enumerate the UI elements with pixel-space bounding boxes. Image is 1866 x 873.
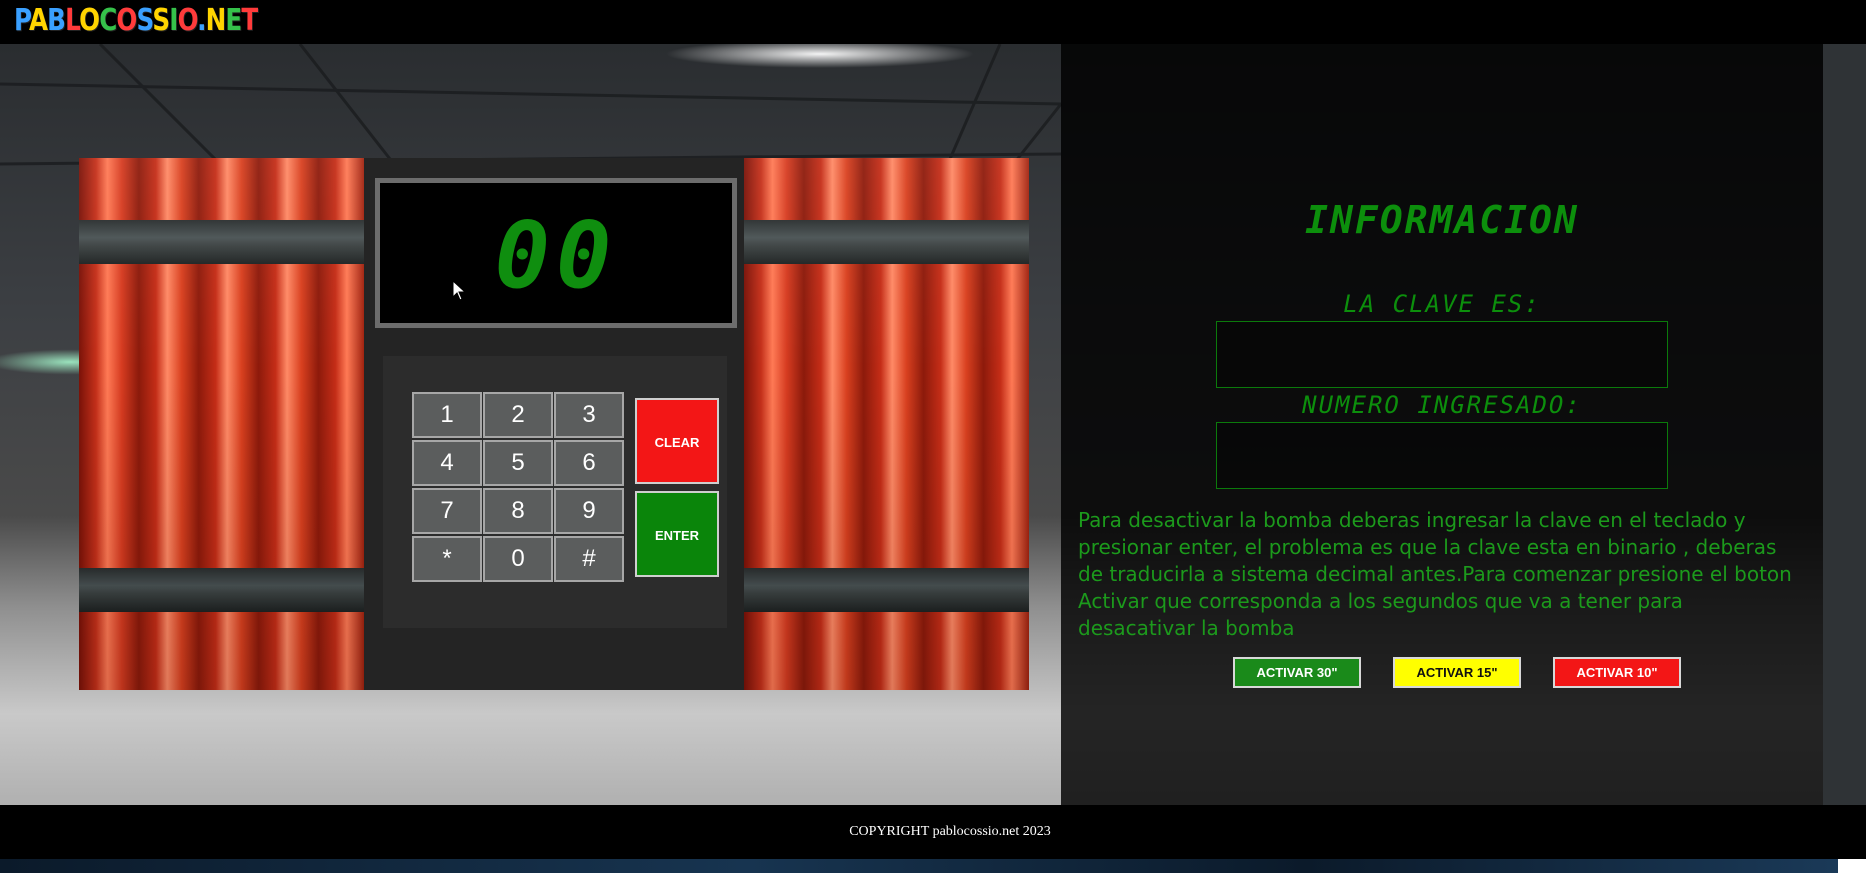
activar-15-button[interactable]: ACTIVAR 15"	[1393, 657, 1521, 688]
key-5[interactable]: 5	[483, 440, 553, 486]
timer-display: 00	[375, 178, 737, 328]
key-hash[interactable]: #	[554, 536, 624, 582]
info-title: INFORMACION	[1305, 198, 1579, 242]
key-star[interactable]: *	[412, 536, 482, 582]
instructions-text: Para desactivar la bomba deberas ingresa…	[1078, 508, 1792, 640]
clear-button[interactable]: CLEAR	[635, 398, 719, 484]
key-6[interactable]: 6	[554, 440, 624, 486]
bomb: 00 1 2 3 4 5 6 7 8 9 * 0 # CLEAR ENTER	[79, 158, 1029, 690]
bottom-corner	[1838, 859, 1866, 873]
bottom-strip	[0, 859, 1866, 873]
clave-label: LA CLAVE ES:	[1343, 290, 1541, 318]
key-3[interactable]: 3	[554, 392, 624, 438]
numero-ingresado-output	[1216, 422, 1668, 489]
key-4[interactable]: 4	[412, 440, 482, 486]
key-2[interactable]: 2	[483, 392, 553, 438]
activar-30-button[interactable]: ACTIVAR 30"	[1233, 657, 1361, 688]
top-bar: PABLOCOSSIO.NET	[0, 0, 1866, 44]
key-7[interactable]: 7	[412, 488, 482, 534]
key-1[interactable]: 1	[412, 392, 482, 438]
mouse-cursor-icon	[452, 280, 467, 301]
clave-output	[1216, 321, 1668, 388]
enter-button[interactable]: ENTER	[635, 491, 719, 577]
dynamite-left	[79, 158, 364, 690]
key-0[interactable]: 0	[483, 536, 553, 582]
numero-ingresado-label: NUMERO INGRESADO:	[1302, 391, 1582, 419]
key-9[interactable]: 9	[554, 488, 624, 534]
bomb-console: 00 1 2 3 4 5 6 7 8 9 * 0 # CLEAR ENTER	[364, 158, 744, 690]
dynamite-right	[744, 158, 1029, 690]
site-logo[interactable]: PABLOCOSSIO.NET	[14, 2, 258, 40]
activar-10-button[interactable]: ACTIVAR 10"	[1553, 657, 1681, 688]
timer-value: 00	[495, 202, 618, 309]
key-8[interactable]: 8	[483, 488, 553, 534]
copyright-text: COPYRIGHT pablocossio.net 2023	[849, 824, 1051, 839]
